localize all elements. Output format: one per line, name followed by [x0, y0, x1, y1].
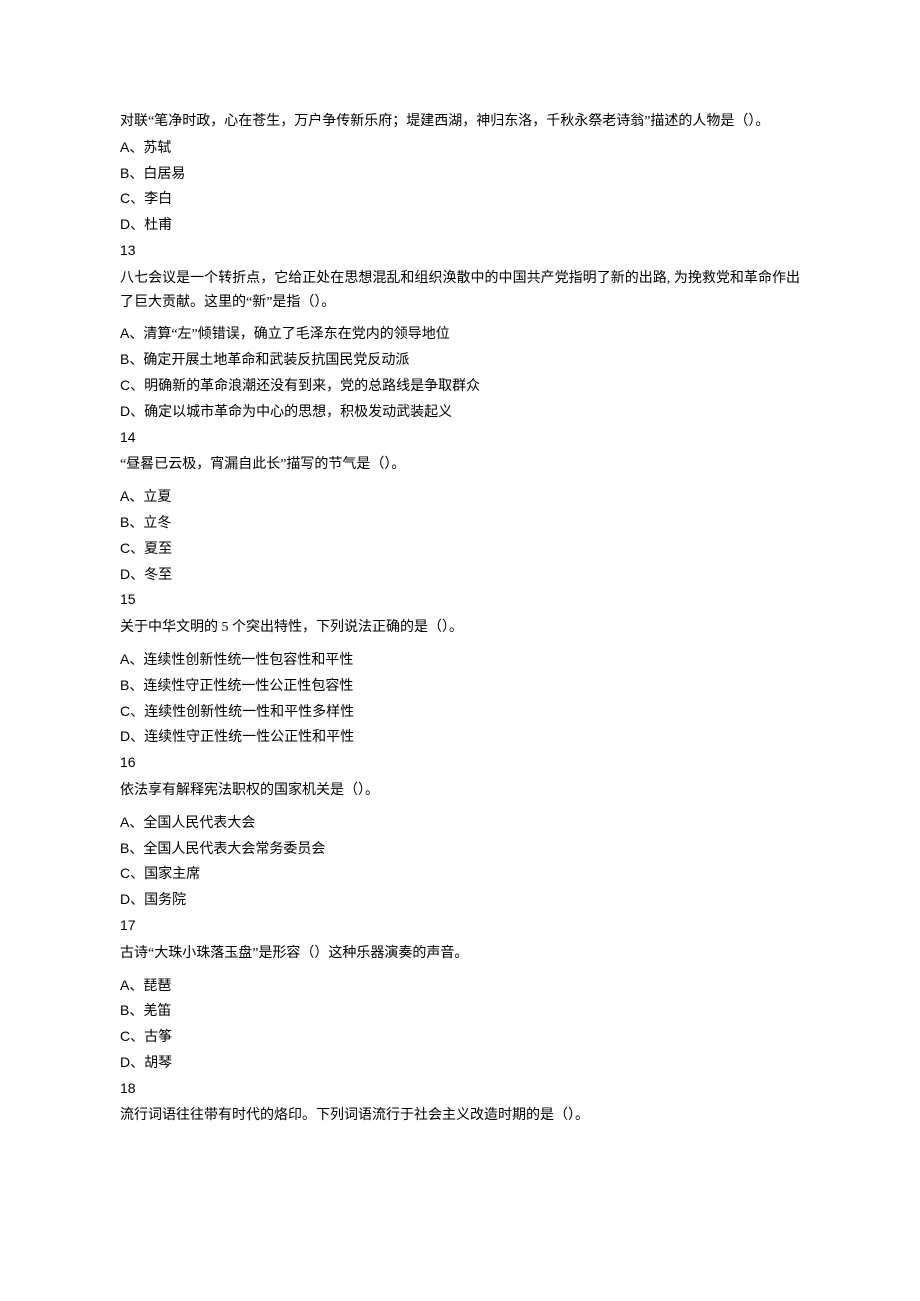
- option-d: D、冬至: [120, 563, 800, 588]
- option-d: D、国务院: [120, 888, 800, 913]
- question-number: 18: [120, 1077, 800, 1101]
- option-c: C、古筝: [120, 1025, 800, 1050]
- option-b: B、确定开展土地革命和武装反抗国民党反动派: [120, 348, 800, 373]
- question-block: 关于中华文明的 5 个突出特性，下列说法正确的是（）。 A、连续性创新性统一性包…: [120, 616, 800, 775]
- question-block: 古诗“大珠小珠落玉盘”是形容（）这种乐器演奏的声音。 A、琵琶 B、羌笛 C、古…: [120, 942, 800, 1101]
- question-text: 依法享有解释宪法职权的国家机关是（）。: [120, 779, 800, 803]
- option-a: A、苏轼: [120, 136, 800, 161]
- question-block: 八七会议是一个转折点，它给正处在思想混乱和组织涣散中的中国共产党指明了新的出路,…: [120, 267, 800, 450]
- question-block: 流行词语往往带有时代的烙印。下列词语流行于社会主义改造时期的是（）。: [120, 1104, 800, 1128]
- question-number: 17: [120, 914, 800, 938]
- option-a: A、琵琶: [120, 974, 800, 999]
- option-a: A、连续性创新性统一性包容性和平性: [120, 648, 800, 673]
- question-text: 对联“笔净时政，心在苍生，万户争传新乐府；堤建西湖，神归东洛，千秋永祭老诗翁”描…: [120, 110, 800, 134]
- option-b: B、白居易: [120, 162, 800, 187]
- question-block: “昼晷已云极，宵漏自此长”描写的节气是（）。 A、立夏 B、立冬 C、夏至 D、…: [120, 453, 800, 612]
- question-text: 八七会议是一个转折点，它给正处在思想混乱和组织涣散中的中国共产党指明了新的出路,…: [120, 267, 800, 315]
- option-c: C、国家主席: [120, 862, 800, 887]
- option-b: B、全国人民代表大会常务委员会: [120, 837, 800, 862]
- question-text: 关于中华文明的 5 个突出特性，下列说法正确的是（）。: [120, 616, 800, 640]
- option-d: D、胡琴: [120, 1051, 800, 1076]
- option-a: A、清算“左”倾错误，确立了毛泽东在党内的领导地位: [120, 322, 800, 347]
- question-text: 流行词语往往带有时代的烙印。下列词语流行于社会主义改造时期的是（）。: [120, 1104, 800, 1128]
- question-number: 14: [120, 426, 800, 450]
- option-c: C、李白: [120, 187, 800, 212]
- option-c: C、夏至: [120, 537, 800, 562]
- option-b: B、羌笛: [120, 999, 800, 1024]
- option-b: B、连续性守正性统一性公正性包容性: [120, 674, 800, 699]
- question-number: 16: [120, 751, 800, 775]
- option-d: D、杜甫: [120, 213, 800, 238]
- question-block: 依法享有解释宪法职权的国家机关是（）。 A、全国人民代表大会 B、全国人民代表大…: [120, 779, 800, 938]
- option-d: D、连续性守正性统一性公正性和平性: [120, 725, 800, 750]
- question-text: “昼晷已云极，宵漏自此长”描写的节气是（）。: [120, 453, 800, 477]
- option-c: C、连续性创新性统一性和平性多样性: [120, 700, 800, 725]
- document-content: 对联“笔净时政，心在苍生，万户争传新乐府；堤建西湖，神归东洛，千秋永祭老诗翁”描…: [120, 110, 800, 1128]
- question-number: 15: [120, 588, 800, 612]
- question-number: 13: [120, 239, 800, 263]
- option-c: C、明确新的革命浪潮还没有到来，党的总路线是争取群众: [120, 374, 800, 399]
- option-a: A、立夏: [120, 485, 800, 510]
- option-a: A、全国人民代表大会: [120, 811, 800, 836]
- option-b: B、立冬: [120, 511, 800, 536]
- question-block: 对联“笔净时政，心在苍生，万户争传新乐府；堤建西湖，神归东洛，千秋永祭老诗翁”描…: [120, 110, 800, 263]
- question-text: 古诗“大珠小珠落玉盘”是形容（）这种乐器演奏的声音。: [120, 942, 800, 966]
- option-d: D、确定以城市革命为中心的思想，积极发动武装起义: [120, 400, 800, 425]
